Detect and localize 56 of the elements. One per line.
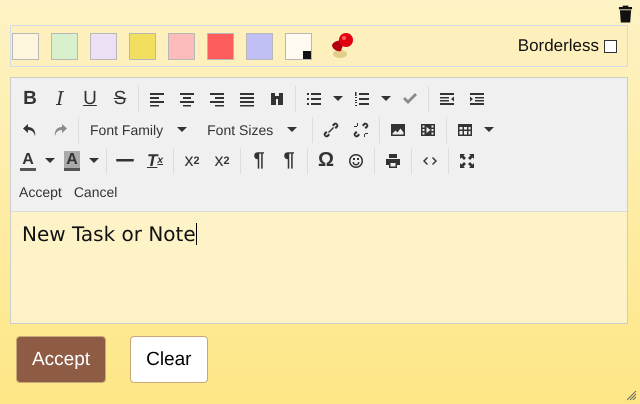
horizontal-line-icon	[116, 159, 134, 162]
redo-icon	[52, 122, 68, 138]
paragraph-rtl-button[interactable]: ¶	[274, 146, 304, 174]
align-center-icon	[179, 90, 195, 106]
paragraph-ltr-button[interactable]: ¶	[244, 146, 274, 174]
trash-icon[interactable]	[618, 5, 633, 23]
fullscreen-icon	[459, 152, 475, 168]
color-swatch[interactable]	[129, 32, 156, 60]
color-swatch[interactable]	[51, 32, 78, 60]
font-size-dropdown[interactable]: Font Sizes	[199, 116, 310, 144]
undo-icon	[22, 122, 38, 138]
color-swatch[interactable]	[168, 32, 195, 60]
color-swatch[interactable]	[246, 32, 273, 60]
link-icon	[323, 122, 340, 138]
color-swatch[interactable]	[90, 32, 117, 60]
align-left-icon	[149, 90, 165, 106]
align-justify-icon	[239, 90, 255, 106]
caret-icon[interactable]	[333, 96, 343, 102]
caret-icon	[287, 126, 298, 132]
background-color-button[interactable]: A	[59, 146, 85, 174]
outdent-icon	[439, 90, 455, 106]
accept-edit-button[interactable]: Accept	[19, 184, 62, 200]
image-icon	[390, 122, 406, 138]
bullet-list-icon	[306, 90, 322, 106]
borderless-checkbox[interactable]	[604, 40, 617, 52]
numbered-list-icon	[354, 90, 370, 106]
borderless-label: Borderless	[518, 36, 599, 56]
color-swatch[interactable]	[207, 32, 234, 60]
custom-color-swatch[interactable]	[285, 32, 312, 60]
clear-button[interactable]: Clear	[130, 336, 208, 383]
table-icon	[457, 122, 474, 138]
cancel-edit-button[interactable]: Cancel	[74, 184, 118, 200]
unlink-icon	[353, 122, 370, 138]
note-text: New Task or Note	[22, 222, 196, 246]
align-right-icon	[209, 90, 225, 106]
caret-icon	[177, 126, 188, 132]
caret-icon[interactable]	[381, 96, 391, 102]
bold-button[interactable]: B	[15, 84, 45, 112]
font-family-dropdown[interactable]: Font Family	[82, 116, 200, 144]
caret-icon[interactable]	[45, 158, 55, 164]
indent-icon	[469, 90, 485, 106]
text-color-button[interactable]: A	[15, 146, 41, 174]
underline-button[interactable]: U	[75, 84, 105, 112]
film-icon	[420, 122, 436, 138]
smiley-icon	[348, 152, 364, 168]
note-text-area[interactable]: New Task or Note	[11, 212, 627, 323]
strikethrough-button[interactable]: S	[105, 84, 135, 112]
caret-icon[interactable]	[89, 158, 99, 164]
italic-button[interactable]: I	[45, 84, 75, 112]
resize-grip-icon[interactable]	[627, 391, 637, 401]
printer-icon	[385, 152, 401, 168]
accept-button[interactable]: Accept	[16, 336, 106, 383]
special-character-button[interactable]: Ω	[311, 146, 341, 174]
caret-icon[interactable]	[484, 126, 494, 132]
check-icon	[402, 90, 418, 106]
color-swatch[interactable]	[12, 32, 39, 60]
